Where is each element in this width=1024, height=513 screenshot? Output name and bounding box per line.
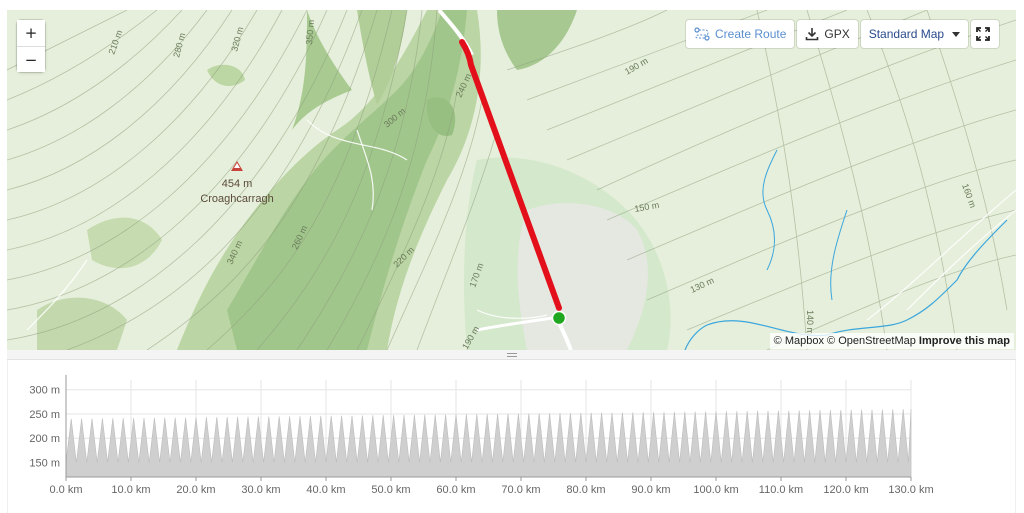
- create-route-label: Create Route: [715, 27, 787, 41]
- grip-icon: [507, 353, 517, 357]
- elevation-area: [65, 409, 912, 478]
- x-tick-label: 50.0 km: [371, 484, 410, 496]
- x-tick-label: 80.0 km: [566, 484, 605, 496]
- x-tick-label: 120.0 km: [823, 484, 868, 496]
- contour-label: 140 m: [805, 310, 815, 335]
- gpx-button[interactable]: GPX: [797, 20, 858, 48]
- chevron-down-icon: [952, 31, 961, 37]
- y-tick-label: 300 m: [29, 385, 60, 397]
- gpx-label: GPX: [824, 27, 850, 41]
- zoom-out-button[interactable]: −: [17, 46, 45, 72]
- x-tick-label: 130.0 km: [888, 484, 933, 496]
- map-view[interactable]: 454 m Croaghcarragh 210 m 280 m 320 m 35…: [7, 10, 1016, 350]
- x-tick-label: 10.0 km: [111, 484, 150, 496]
- app-root: 454 m Croaghcarragh 210 m 280 m 320 m 35…: [0, 0, 1024, 513]
- x-tick-label: 60.0 km: [436, 484, 475, 496]
- map-attribution: © Mapbox © OpenStreetMap Improve this ma…: [769, 333, 1014, 349]
- map-style-label: Standard Map: [868, 27, 945, 41]
- create-route-button[interactable]: Create Route: [686, 20, 795, 48]
- download-icon: [806, 28, 819, 41]
- y-tick-label: 250 m: [29, 409, 60, 421]
- x-tick-label: 30.0 km: [241, 484, 280, 496]
- x-tick-label: 40.0 km: [306, 484, 345, 496]
- y-tick-label: 150 m: [29, 457, 60, 469]
- peak-name: Croaghcarragh: [200, 193, 273, 205]
- improve-map-link[interactable]: Improve this map: [919, 335, 1010, 347]
- route-icon: [694, 27, 710, 41]
- resize-handle[interactable]: [7, 350, 1016, 360]
- elevation-chart[interactable]: 300 m 250 m 200 m 150 m 0.0 km 10.0 km 20.0 km…: [8, 360, 1015, 513]
- fullscreen-button[interactable]: [971, 20, 1000, 48]
- x-tick-label: 90.0 km: [631, 484, 670, 496]
- start-marker[interactable]: [551, 310, 567, 326]
- map-toolbar: Create Route GPX Standard Map: [686, 20, 1000, 48]
- x-tick-label: 70.0 km: [501, 484, 540, 496]
- y-tick-label: 200 m: [29, 433, 60, 445]
- x-tick-label: 0.0 km: [49, 484, 82, 496]
- zoom-control: + −: [17, 20, 45, 72]
- x-tick-label: 100.0 km: [693, 484, 738, 496]
- zoom-in-button[interactable]: +: [17, 20, 45, 46]
- mapbox-attribution-link[interactable]: © Mapbox: [774, 335, 824, 347]
- peak-elevation: 454 m: [222, 178, 253, 190]
- x-tick-label: 20.0 km: [176, 484, 215, 496]
- x-tick-label: 110.0 km: [759, 484, 803, 496]
- elevation-profile: 300 m 250 m 200 m 150 m 0.0 km 10.0 km 20.0 km…: [7, 360, 1016, 513]
- fullscreen-icon: [975, 27, 990, 41]
- osm-attribution-link[interactable]: © OpenStreetMap: [827, 335, 916, 347]
- map-canvas[interactable]: 454 m Croaghcarragh 210 m 280 m 320 m 35…: [7, 10, 1016, 350]
- map-style-select[interactable]: Standard Map: [860, 20, 969, 48]
